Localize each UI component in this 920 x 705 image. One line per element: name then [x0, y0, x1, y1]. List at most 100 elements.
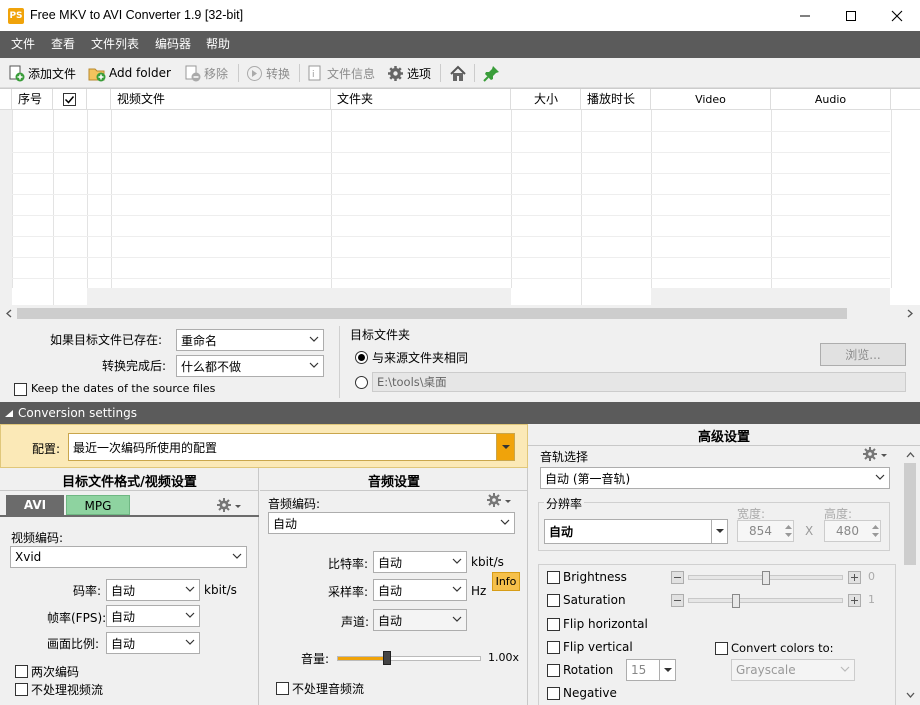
samplerate-select[interactable]: 自动: [373, 579, 467, 601]
profile-select[interactable]: 最近一次编码所使用的配置: [68, 433, 515, 461]
chevron-down-icon: [185, 612, 195, 618]
col-index[interactable]: 序号: [12, 89, 53, 110]
keep-dates-checkbox[interactable]: [14, 383, 27, 396]
resolution-select[interactable]: 自动: [544, 519, 728, 544]
tab-mpg[interactable]: MPG: [66, 495, 130, 515]
convert-icon: [247, 65, 262, 81]
col-icon[interactable]: [87, 89, 111, 110]
close-button[interactable]: [874, 0, 920, 31]
negative-checkbox[interactable]: [547, 687, 560, 700]
gear-menu-icon: [863, 447, 887, 461]
add-file-button[interactable]: 添加文件: [8, 62, 76, 84]
chevron-down-icon: [232, 553, 242, 559]
home-button[interactable]: [449, 62, 467, 84]
gear-menu-icon: [487, 493, 511, 507]
menu-file[interactable]: 文件: [11, 31, 35, 58]
brightness-slider-thumb[interactable]: [762, 571, 770, 585]
grid-row-line: [12, 194, 890, 195]
rotation-select[interactable]: 15: [626, 659, 676, 681]
toolbar-divider: [238, 64, 239, 82]
same-as-source-radio[interactable]: [355, 351, 368, 364]
col-video-file[interactable]: 视频文件: [111, 89, 331, 110]
browse-button[interactable]: 浏览...: [820, 343, 906, 366]
tab-avi[interactable]: AVI: [6, 495, 64, 515]
saturation-checkbox[interactable]: [547, 594, 560, 607]
custom-folder-input[interactable]: E:\tools\桌面: [372, 372, 906, 392]
rotation-dropdown-button[interactable]: [659, 660, 675, 680]
menu-view[interactable]: 查看: [51, 31, 75, 58]
brightness-checkbox[interactable]: [547, 571, 560, 584]
saturation-slider-thumb[interactable]: [732, 594, 740, 608]
saturation-plus-button[interactable]: [848, 594, 861, 607]
no-video-checkbox[interactable]: [15, 683, 28, 696]
remove-button[interactable]: 移除: [184, 62, 228, 84]
maximize-button[interactable]: [828, 0, 874, 31]
scroll-right-icon: [907, 309, 913, 318]
file-info-label: 文件信息: [327, 66, 376, 81]
grid-column-line: [891, 110, 892, 288]
grid-row-line: [12, 278, 890, 279]
scroll-up-icon: [906, 452, 915, 458]
col-duration[interactable]: 播放时长: [581, 89, 651, 110]
if-exists-select[interactable]: 重命名: [176, 329, 324, 351]
brightness-minus-button[interactable]: [671, 571, 684, 584]
rotation-value: 15: [631, 663, 647, 677]
minimize-button[interactable]: [782, 0, 828, 31]
no-audio-checkbox[interactable]: [276, 682, 289, 695]
audio-bitrate-select[interactable]: 自动: [373, 551, 467, 573]
aspect-select[interactable]: 自动: [106, 632, 200, 654]
flip-vertical-checkbox[interactable]: [547, 641, 560, 654]
remove-label: 移除: [204, 66, 229, 81]
brightness-plus-button[interactable]: [848, 571, 861, 584]
audio-codec-label: 音频编码:: [268, 497, 321, 511]
track-select[interactable]: 自动 (第一音轨): [540, 467, 890, 489]
volume-slider-thumb[interactable]: [383, 651, 391, 665]
col-size[interactable]: 大小: [511, 89, 581, 110]
info-button[interactable]: Info: [492, 572, 520, 591]
menu-help[interactable]: 帮助: [206, 31, 230, 58]
col-audio[interactable]: Audio: [771, 89, 891, 110]
radio-dot: [358, 354, 365, 361]
saturation-minus-button[interactable]: [671, 594, 684, 607]
col-check[interactable]: [53, 89, 87, 110]
add-folder-button[interactable]: Add folder: [88, 62, 171, 84]
pin-button[interactable]: [483, 62, 500, 84]
horizontal-scrollbar[interactable]: [0, 305, 920, 322]
convert-colors-checkbox[interactable]: [715, 642, 728, 655]
add-file-label: 添加文件: [28, 66, 77, 81]
fps-select[interactable]: 自动: [106, 605, 200, 627]
file-list-table[interactable]: 序号 视频文件 文件夹 大小 播放时长 Video Audio: [0, 88, 920, 306]
video-bitrate-select[interactable]: 自动: [106, 579, 200, 601]
menu-filelist[interactable]: 文件列表: [91, 31, 139, 58]
resolution-dropdown-button[interactable]: [711, 520, 727, 543]
custom-folder-radio[interactable]: [355, 376, 368, 389]
audio-codec-select[interactable]: 自动: [268, 512, 515, 534]
channels-label: 声道:: [341, 615, 370, 629]
grid-column-line: [511, 110, 512, 288]
scrollbar-thumb[interactable]: [17, 308, 847, 319]
flip-horizontal-checkbox[interactable]: [547, 618, 560, 631]
saturation-slider[interactable]: [688, 598, 843, 603]
fps-label: 帧率(FPS):: [47, 611, 107, 625]
maximize-icon: [846, 10, 856, 21]
conversion-settings-title: Conversion settings: [18, 406, 137, 420]
colors-select[interactable]: Grayscale: [731, 659, 855, 681]
profile-dropdown-button[interactable]: [496, 434, 514, 460]
col-folder[interactable]: 文件夹: [331, 89, 511, 110]
after-convert-select[interactable]: 什么都不做: [176, 355, 324, 377]
file-info-button[interactable]: i 文件信息: [307, 62, 375, 84]
video-codec-select[interactable]: Xvid: [10, 546, 247, 568]
scrollbar-thumb[interactable]: [904, 463, 916, 565]
col-video[interactable]: Video: [651, 89, 771, 110]
options-button[interactable]: 选项: [387, 62, 431, 84]
conversion-settings-bar[interactable]: Conversion settings: [0, 402, 920, 424]
channels-select[interactable]: 自动: [373, 609, 467, 631]
menu-encoder[interactable]: 编码器: [155, 31, 191, 58]
volume-slider-track[interactable]: [337, 656, 481, 661]
two-pass-checkbox[interactable]: [15, 665, 28, 678]
advanced-scrollbar[interactable]: [902, 446, 918, 704]
rotation-checkbox[interactable]: [547, 664, 560, 677]
grid-row-line: [12, 173, 890, 174]
convert-button[interactable]: 转换: [246, 62, 290, 84]
same-as-source-label: 与来源文件夹相同: [372, 351, 469, 365]
